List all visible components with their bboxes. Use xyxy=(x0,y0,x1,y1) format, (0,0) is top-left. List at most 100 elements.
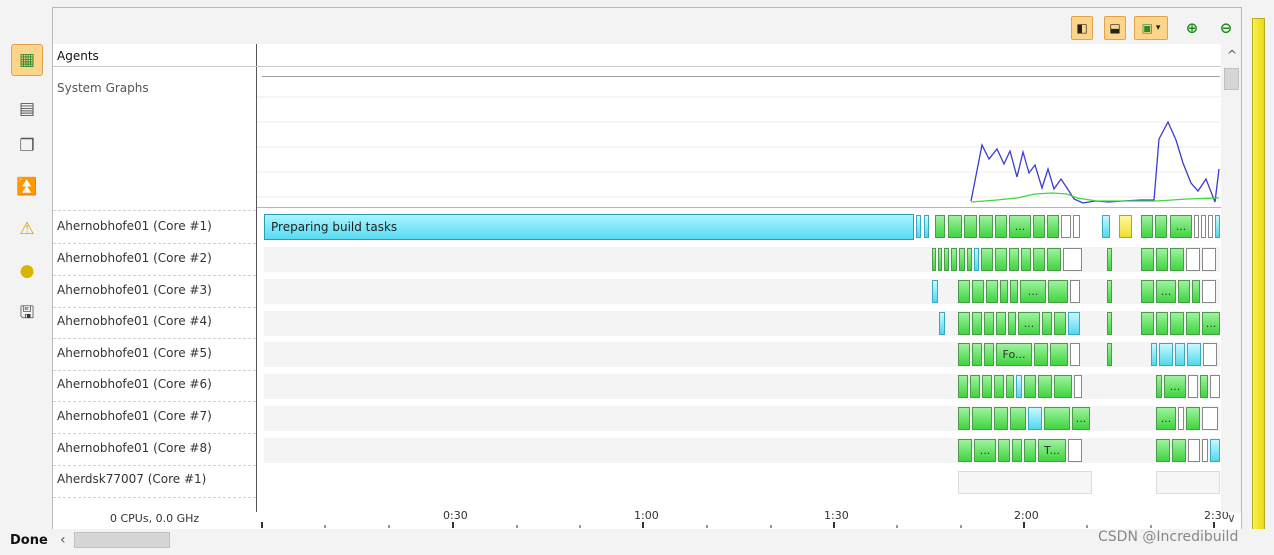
task-block[interactable] xyxy=(916,215,921,238)
task-block[interactable] xyxy=(1054,312,1066,335)
task-block[interactable] xyxy=(967,248,972,271)
task-block[interactable] xyxy=(994,375,1004,398)
task-block[interactable] xyxy=(1070,280,1080,303)
task-block[interactable] xyxy=(1156,312,1168,335)
task-block[interactable] xyxy=(1178,280,1190,303)
task-block[interactable] xyxy=(1102,215,1110,238)
task-block[interactable] xyxy=(974,248,979,271)
horizontal-scroll-thumb[interactable] xyxy=(74,532,170,548)
task-block[interactable] xyxy=(935,215,945,238)
task-block[interactable] xyxy=(1068,439,1082,462)
task-block[interactable] xyxy=(1009,248,1019,271)
task-block[interactable] xyxy=(1141,280,1154,303)
task-block[interactable]: ... xyxy=(1018,312,1040,335)
task-block[interactable] xyxy=(938,248,942,271)
tip-button[interactable]: ● xyxy=(12,256,42,286)
save-button[interactable]: 🖫 xyxy=(12,298,42,328)
task-block[interactable]: ... xyxy=(1009,215,1031,238)
task-block[interactable] xyxy=(1156,439,1170,462)
horizontal-scrollbar[interactable] xyxy=(52,531,1222,549)
task-block[interactable] xyxy=(1192,280,1200,303)
task-block[interactable] xyxy=(1074,375,1082,398)
task-block[interactable] xyxy=(972,343,982,366)
zoom-out-button[interactable]: ⊖ xyxy=(1215,16,1237,40)
task-block[interactable] xyxy=(958,375,968,398)
upload-button[interactable]: ⏫ xyxy=(12,172,42,202)
task-block[interactable] xyxy=(1188,439,1200,462)
task-block[interactable] xyxy=(1186,248,1200,271)
scroll-up-icon[interactable]: ^ xyxy=(1227,48,1237,62)
task-block[interactable] xyxy=(1186,407,1200,430)
task-block[interactable] xyxy=(1038,375,1052,398)
task-block[interactable] xyxy=(1202,280,1216,303)
task-block[interactable] xyxy=(1188,375,1198,398)
agent-row-label[interactable]: Ahernobhofe01 (Core #2) xyxy=(57,251,212,265)
task-block[interactable] xyxy=(984,312,994,335)
task-block[interactable] xyxy=(1042,312,1052,335)
task-block[interactable] xyxy=(1070,343,1080,366)
preparing-build-task[interactable]: Preparing build tasks xyxy=(264,214,914,240)
task-block[interactable] xyxy=(944,248,949,271)
task-block[interactable] xyxy=(1033,248,1045,271)
task-block[interactable] xyxy=(1006,375,1014,398)
task-block[interactable] xyxy=(1016,375,1022,398)
task-block[interactable] xyxy=(984,343,994,366)
task-block[interactable] xyxy=(1044,407,1070,430)
task-block[interactable]: T... xyxy=(1038,439,1066,462)
task-block[interactable] xyxy=(932,248,936,271)
task-block[interactable] xyxy=(1034,343,1048,366)
agent-row-label[interactable]: Ahernobhofe01 (Core #1) xyxy=(57,219,212,233)
task-block[interactable] xyxy=(1008,312,1016,335)
task-block[interactable] xyxy=(1159,343,1173,366)
task-block[interactable] xyxy=(972,280,984,303)
task-block[interactable] xyxy=(1155,215,1167,238)
task-block[interactable] xyxy=(939,312,945,335)
agent-row-label[interactable]: Ahernobhofe01 (Core #8) xyxy=(57,441,212,455)
task-block[interactable] xyxy=(986,280,998,303)
task-block[interactable]: ... xyxy=(974,439,996,462)
task-block[interactable] xyxy=(996,312,1006,335)
task-block[interactable] xyxy=(958,312,970,335)
agent-row-label[interactable]: Ahernobhofe01 (Core #4) xyxy=(57,314,212,328)
task-block[interactable] xyxy=(1010,280,1018,303)
task-block[interactable] xyxy=(998,439,1010,462)
task-block[interactable] xyxy=(1028,407,1042,430)
task-block[interactable] xyxy=(970,375,980,398)
task-block[interactable] xyxy=(1047,215,1059,238)
task-block[interactable] xyxy=(981,248,993,271)
task-block[interactable] xyxy=(994,407,1008,430)
task-block[interactable] xyxy=(1141,248,1154,271)
task-block[interactable] xyxy=(1024,375,1036,398)
task-block[interactable] xyxy=(958,343,970,366)
task-block[interactable] xyxy=(1050,343,1068,366)
agent-row-label[interactable]: Ahernobhofe01 (Core #3) xyxy=(57,283,212,297)
task-block[interactable] xyxy=(1156,375,1162,398)
agent-row-label[interactable]: Ahernobhofe01 (Core #7) xyxy=(57,409,212,423)
task-block[interactable] xyxy=(1073,215,1080,238)
task-block[interactable] xyxy=(1141,215,1153,238)
task-block[interactable]: ... xyxy=(1164,375,1186,398)
agents-header[interactable]: Agents xyxy=(57,49,99,63)
zoom-in-button[interactable]: ⊕ xyxy=(1181,16,1203,40)
view-left-button[interactable]: ◧ xyxy=(1071,16,1093,40)
task-block[interactable] xyxy=(1202,248,1216,271)
task-block[interactable] xyxy=(1107,280,1112,303)
task-block[interactable] xyxy=(1048,280,1068,303)
task-block[interactable] xyxy=(932,280,938,303)
vertical-scrollbar[interactable] xyxy=(1221,44,1241,512)
agent-row-label[interactable]: Ahernobhofe01 (Core #6) xyxy=(57,377,212,391)
task-block[interactable] xyxy=(1186,312,1200,335)
task-block[interactable] xyxy=(1187,343,1201,366)
task-block[interactable] xyxy=(1012,439,1022,462)
task-block[interactable] xyxy=(1024,439,1036,462)
task-block[interactable] xyxy=(1210,439,1220,462)
task-block[interactable] xyxy=(1170,248,1184,271)
task-block[interactable] xyxy=(1210,375,1220,398)
scroll-left-icon[interactable]: ‹ xyxy=(60,532,66,548)
vertical-scroll-thumb[interactable] xyxy=(1224,68,1239,90)
task-block[interactable]: ... xyxy=(1072,407,1090,430)
task-block[interactable]: ... xyxy=(1202,312,1220,335)
task-block[interactable] xyxy=(1200,375,1208,398)
task-block[interactable] xyxy=(1010,407,1026,430)
task-block[interactable]: ... xyxy=(1020,280,1046,303)
